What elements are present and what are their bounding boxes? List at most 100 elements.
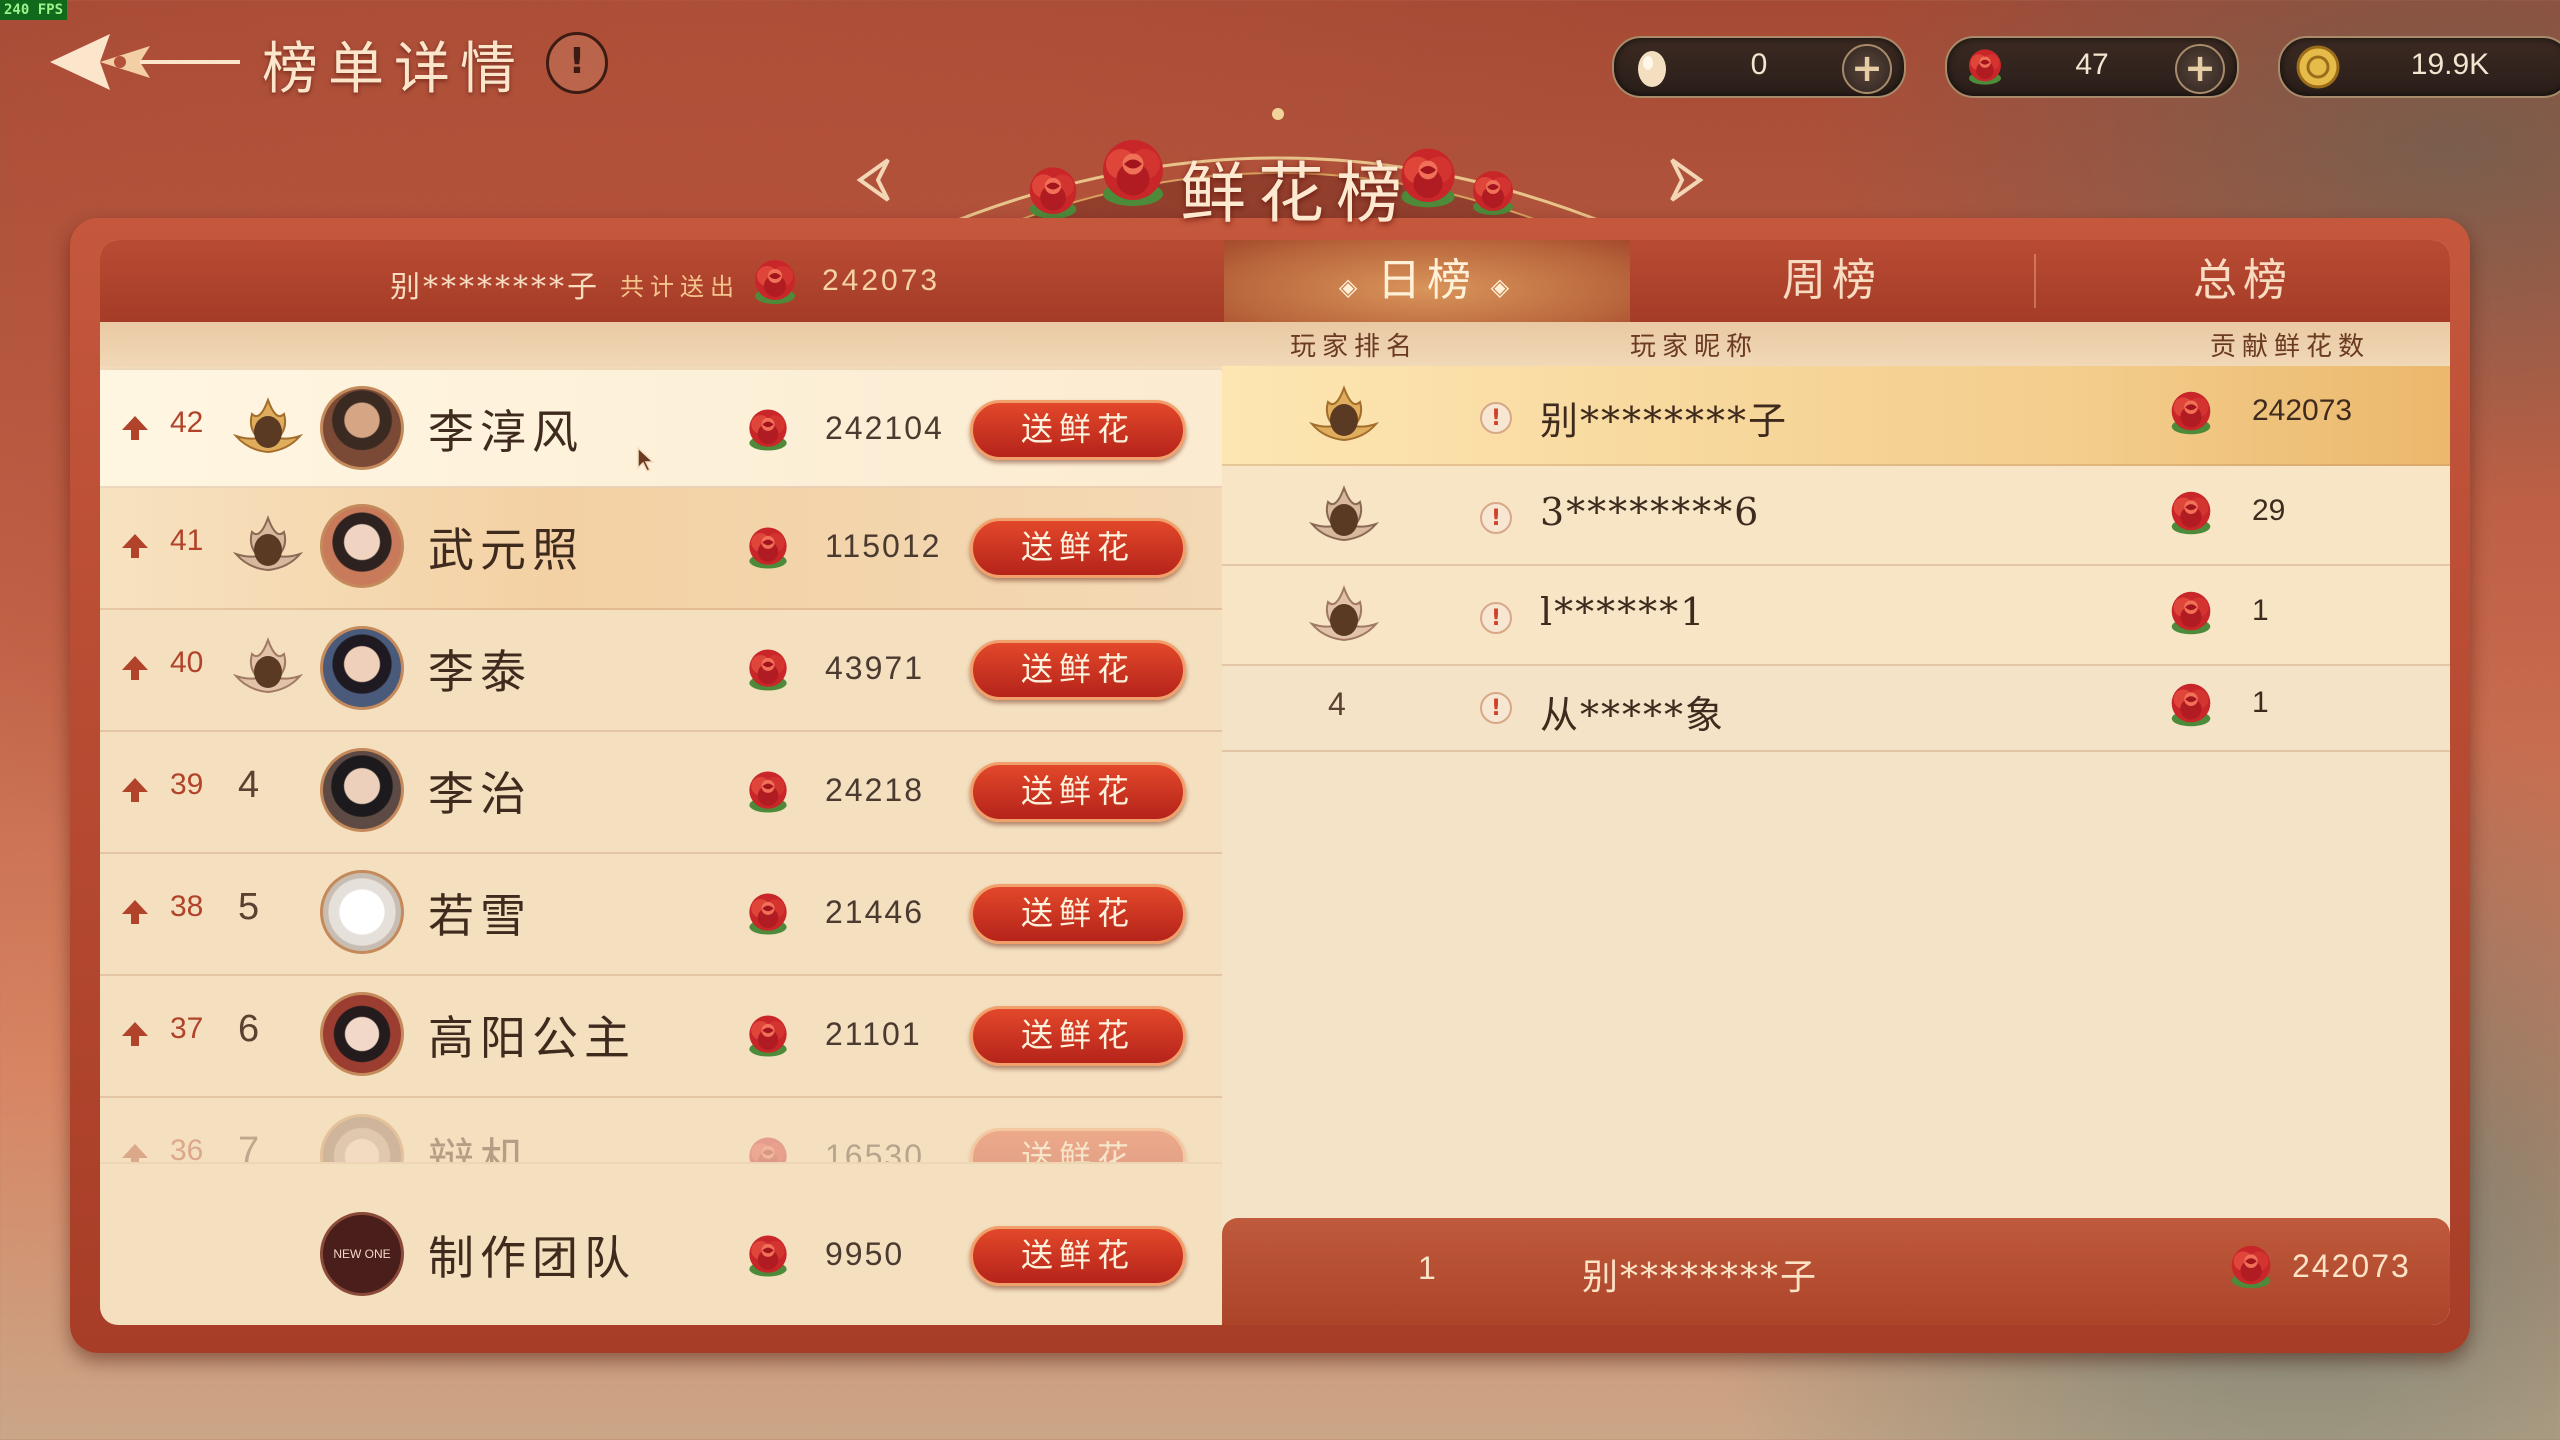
character-name: 辩机 bbox=[428, 1133, 532, 1164]
info-icon[interactable]: ! bbox=[1480, 602, 1512, 634]
list-item[interactable]: 36 7 辩机 16530 送鲜花 bbox=[100, 1098, 1222, 1164]
column-nickname: 玩家昵称 bbox=[1630, 332, 1759, 362]
rose-icon bbox=[740, 402, 796, 458]
flower-count: 115012 bbox=[825, 528, 942, 564]
fps-counter: 240 FPS bbox=[0, 0, 68, 20]
send-flower-button[interactable]: 送鲜花 bbox=[970, 762, 1186, 822]
avatar bbox=[320, 1114, 404, 1162]
avatar bbox=[320, 870, 404, 954]
rose-icon bbox=[2162, 484, 2220, 542]
summary-name: 别********子 bbox=[390, 270, 600, 305]
my-nickname: 别********子 bbox=[1582, 1257, 1819, 1298]
flower-count: 242104 bbox=[825, 410, 944, 446]
rank-1-badge-icon bbox=[228, 392, 308, 464]
my-rank-bar: 1 别********子 242073 bbox=[1222, 1218, 2450, 1325]
rose-icon bbox=[745, 252, 805, 312]
rank-number: 4 bbox=[238, 764, 260, 806]
table-row[interactable]: 4 ! 从*****象 1 bbox=[1222, 666, 2450, 752]
contributed-flowers: 1 bbox=[2252, 686, 2269, 719]
list-item[interactable]: 37 6 高阳公主 21101 送鲜花 bbox=[100, 976, 1222, 1098]
flower-count: 21101 bbox=[825, 1016, 922, 1052]
my-flowers: 242073 bbox=[2292, 1248, 2411, 1284]
rose-icon bbox=[740, 520, 796, 576]
info-icon[interactable]: ! bbox=[1480, 692, 1512, 724]
rose-icon bbox=[740, 1008, 796, 1064]
add-flower-button[interactable]: + bbox=[2175, 44, 2225, 94]
team-row[interactable]: NEW ONE 制作团队 9950 送鲜花 bbox=[100, 1196, 1222, 1316]
send-flower-button[interactable]: 送鲜花 bbox=[970, 518, 1186, 578]
rank-up-arrow-icon bbox=[122, 656, 148, 680]
rank-up-arrow-icon bbox=[122, 534, 148, 558]
table-row[interactable]: ! 3********6 29 bbox=[1222, 466, 2450, 566]
rose-icon bbox=[2162, 384, 2220, 442]
rank-3-badge-icon bbox=[228, 632, 308, 704]
flower-count: 21446 bbox=[825, 894, 924, 930]
summary-label: 共计送出 bbox=[620, 273, 740, 301]
rank-number: 4 bbox=[1328, 686, 1346, 722]
egg-icon bbox=[1638, 51, 1666, 87]
rank-3-badge-icon bbox=[1304, 580, 1384, 652]
my-summary: 别********子 共计送出 242073 bbox=[100, 240, 1230, 322]
send-flower-button[interactable]: 送鲜花 bbox=[970, 1006, 1186, 1066]
rose-icon bbox=[740, 764, 796, 820]
daily-ranking-list: ! 别********子 242073 ! 3********6 29 ! l*… bbox=[1222, 366, 2450, 1325]
contributed-flowers: 242073 bbox=[2252, 394, 2353, 427]
page-title: 榜单详情 bbox=[262, 37, 526, 102]
flower-count: 16530 bbox=[825, 1138, 924, 1164]
send-flower-button[interactable]: 送鲜花 bbox=[970, 640, 1186, 700]
list-item[interactable]: 41 武元照 115012 送鲜花 bbox=[100, 488, 1222, 610]
info-button[interactable]: ! bbox=[546, 32, 608, 94]
table-row[interactable]: ! 别********子 242073 bbox=[1222, 366, 2450, 466]
rank-up-arrow-icon bbox=[122, 1022, 148, 1046]
send-flower-button[interactable]: 送鲜花 bbox=[970, 400, 1186, 460]
column-header-bar bbox=[100, 322, 2450, 366]
add-egg-button[interactable]: + bbox=[1842, 44, 1892, 94]
avatar bbox=[320, 504, 404, 588]
rose-icon bbox=[740, 886, 796, 942]
mouse-cursor-icon bbox=[637, 446, 655, 472]
send-flower-button[interactable]: 送鲜花 bbox=[970, 884, 1186, 944]
chevron-right-ornament-icon bbox=[1670, 158, 1704, 202]
rank-number: 5 bbox=[238, 886, 260, 928]
send-flower-button[interactable]: 送鲜花 bbox=[970, 1128, 1186, 1162]
character-name: 武元照 bbox=[428, 523, 584, 577]
previous-rank: 40 bbox=[170, 646, 204, 679]
player-nickname: 别********子 bbox=[1540, 399, 1789, 443]
list-item[interactable]: 42 李淳风 242104 送鲜花 bbox=[100, 370, 1234, 488]
chevron-left-ornament-icon bbox=[856, 158, 890, 202]
rank-up-arrow-icon bbox=[122, 1144, 148, 1162]
flower-count: 9950 bbox=[825, 1236, 905, 1272]
flower-count: 43971 bbox=[825, 650, 924, 686]
tab-total[interactable]: 总榜 bbox=[2036, 240, 2450, 322]
previous-rank: 39 bbox=[170, 768, 204, 801]
previous-rank: 36 bbox=[170, 1134, 204, 1164]
info-icon[interactable]: ! bbox=[1480, 402, 1512, 434]
character-name: 李淳风 bbox=[428, 405, 584, 459]
rank-up-arrow-icon bbox=[122, 416, 148, 440]
avatar bbox=[320, 992, 404, 1076]
avatar bbox=[320, 748, 404, 832]
table-row[interactable]: ! l******1 1 bbox=[1222, 566, 2450, 666]
list-item[interactable]: 39 4 李治 24218 送鲜花 bbox=[100, 732, 1222, 854]
my-rank: 1 bbox=[1418, 1250, 1436, 1286]
player-nickname: 3********6 bbox=[1540, 490, 1761, 534]
list-item[interactable]: 40 李泰 43971 送鲜花 bbox=[100, 610, 1222, 732]
back-arrow-icon[interactable] bbox=[40, 22, 240, 102]
list-item[interactable]: 38 5 若雪 21446 送鲜花 bbox=[100, 854, 1222, 976]
tab-weekly[interactable]: 周榜 bbox=[1630, 240, 2034, 322]
coin-count: 19.9K bbox=[2410, 48, 2490, 81]
send-flower-button[interactable]: 送鲜花 bbox=[970, 1226, 1186, 1286]
rose-icon bbox=[2222, 1238, 2280, 1296]
previous-rank: 41 bbox=[170, 524, 204, 557]
previous-rank: 37 bbox=[170, 1012, 204, 1045]
flower-count: 47 bbox=[2075, 48, 2109, 81]
tab-daily[interactable]: ◈ 日榜 ◈ bbox=[1224, 240, 1630, 322]
team-logo: NEW ONE bbox=[320, 1212, 404, 1296]
player-nickname: l******1 bbox=[1540, 590, 1707, 634]
currency-egg: 0 + bbox=[1612, 36, 1906, 98]
rank-up-arrow-icon bbox=[122, 778, 148, 802]
character-name: 若雪 bbox=[428, 889, 532, 943]
flower-count: 24218 bbox=[825, 772, 924, 808]
avatar bbox=[320, 626, 404, 710]
info-icon[interactable]: ! bbox=[1480, 502, 1512, 534]
